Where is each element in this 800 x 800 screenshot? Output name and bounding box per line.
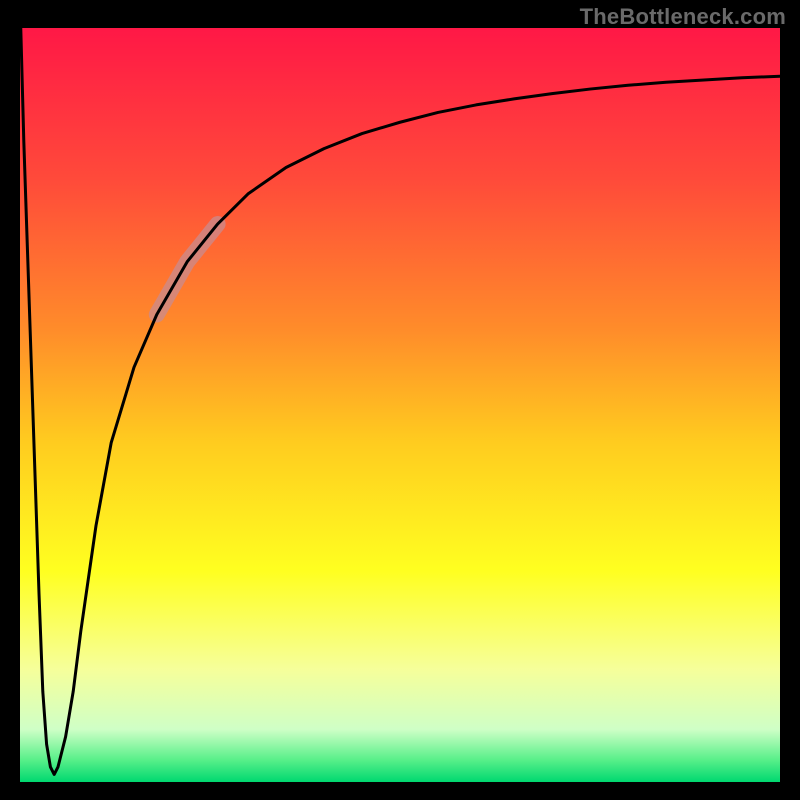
gradient-background: [20, 28, 780, 782]
watermark-text: TheBottleneck.com: [580, 4, 786, 30]
chart-svg: [20, 28, 780, 782]
plot-area: [20, 28, 780, 782]
chart-frame: TheBottleneck.com: [0, 0, 800, 800]
